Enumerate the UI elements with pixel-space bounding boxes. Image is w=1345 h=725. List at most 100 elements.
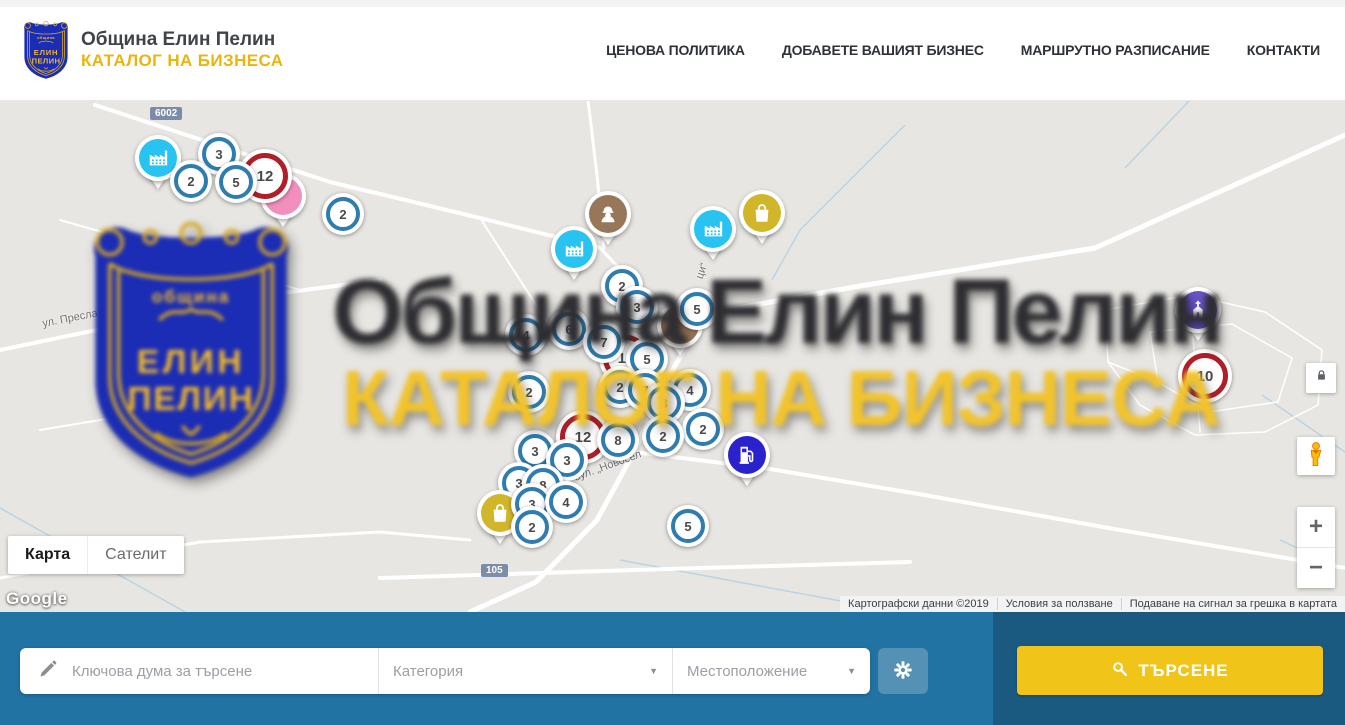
attribution-terms-link[interactable]: Условия за ползване — [997, 598, 1121, 610]
chevron-down-icon: ▼ — [847, 666, 856, 676]
map-cluster-marker[interactable]: 5 — [676, 288, 718, 330]
cluster-count: 10 — [1197, 368, 1214, 385]
google-logo[interactable]: Google — [6, 589, 68, 609]
pencil-icon — [38, 659, 58, 684]
church-icon — [1179, 291, 1217, 329]
search-section: Категория ▼ Местоположение ▼ ТЪРСЕНЕ — [0, 612, 1345, 725]
cluster-count: 3 — [215, 147, 222, 162]
cluster-count: 5 — [643, 352, 650, 367]
keyword-search-input[interactable] — [70, 662, 324, 681]
nav-contacts[interactable]: КОНТАКТИ — [1247, 42, 1320, 58]
lock-button[interactable] — [1306, 363, 1336, 393]
road-number-sign: 105 — [481, 564, 508, 577]
cluster-count: 12 — [257, 168, 274, 185]
cluster-count: 3 — [563, 453, 570, 468]
cluster-count: 2 — [187, 174, 194, 189]
location-placeholder: Местоположение — [687, 663, 807, 680]
cluster-count: 3 — [531, 444, 538, 459]
bag-icon — [743, 194, 781, 232]
cluster-count: 6 — [565, 322, 572, 337]
pin-head — [690, 206, 736, 252]
map-cluster-marker[interactable]: 5 — [667, 505, 709, 547]
cluster-count: 3 — [633, 300, 640, 315]
category-placeholder: Категория — [393, 663, 463, 680]
lock-icon — [1314, 368, 1329, 388]
factory-icon — [555, 230, 593, 268]
municipality-crest-icon: община ЕЛИН ПЕЛИН — [22, 20, 70, 80]
pin-head — [551, 226, 597, 272]
map-canvas[interactable]: 6002105 ул. Преславбул. „Новоселци“ 32 1… — [0, 100, 1345, 612]
cluster-count: 5 — [232, 175, 239, 190]
map-pin-factory-marker[interactable] — [690, 206, 736, 268]
brand-subtitle: КАТАЛОГ НА БИЗНЕСА — [81, 51, 283, 71]
map-cluster-marker[interactable]: 2 — [508, 371, 550, 413]
map-cluster-marker[interactable]: 4 — [505, 314, 547, 356]
road-number-sign: 6002 — [150, 107, 182, 120]
zoom-in-button[interactable]: + — [1297, 507, 1335, 548]
map-cluster-marker[interactable]: 2 — [511, 506, 553, 548]
svg-text:община: община — [37, 35, 55, 40]
nav-route-schedule[interactable]: МАРШРУТНО РАЗПИСАНИЕ — [1021, 42, 1210, 58]
cluster-count: 4 — [562, 495, 569, 510]
map-attribution: Картографски данни ©2019 Условия за полз… — [840, 596, 1345, 612]
map-cluster-marker[interactable]: 4 — [545, 481, 587, 523]
map-cluster-marker[interactable]: 2 — [642, 415, 684, 457]
main-nav: ЦЕНОВА ПОЛИТИКА ДОБАВЕТЕ ВАШИЯТ БИЗНЕС М… — [606, 0, 1320, 100]
cluster-count: 8 — [660, 396, 667, 411]
chevron-down-icon: ▼ — [649, 666, 658, 676]
map-cluster-marker[interactable]: 2 — [322, 193, 364, 235]
location-dropdown[interactable]: Местоположение ▼ — [672, 648, 870, 694]
cluster-count: 4 — [522, 328, 529, 343]
site-header: община ЕЛИН ПЕЛИН Община Елин Пелин КАТА… — [0, 0, 1345, 101]
nav-add-your-business[interactable]: ДОБАВЕТЕ ВАШИЯТ БИЗНЕС — [782, 42, 984, 58]
brand-title: Община Елин Пелин — [81, 29, 283, 51]
cluster-count: 5 — [693, 302, 700, 317]
search-bar: Категория ▼ Местоположение ▼ — [20, 648, 870, 694]
map-cluster-marker[interactable]: 2 — [682, 408, 724, 450]
category-dropdown[interactable]: Категория ▼ — [378, 648, 672, 694]
pegman-icon — [1303, 441, 1329, 472]
map-cluster-marker[interactable]: 10 — [1178, 349, 1232, 403]
fuel-icon — [728, 436, 766, 474]
cluster-count: 2 — [699, 422, 706, 437]
attribution-report-error-link[interactable]: Подаване на сигнал за грешка в картата — [1121, 598, 1345, 610]
cluster-count: 7 — [600, 335, 607, 350]
map-cluster-marker[interactable]: 5 — [215, 161, 257, 203]
search-button-label: ТЪРСЕНЕ — [1138, 661, 1228, 681]
window-top-strip — [0, 0, 1345, 7]
cluster-count: 2 — [525, 385, 532, 400]
map-pin-fuel-marker[interactable] — [724, 432, 770, 494]
map-cluster-marker[interactable]: 3 — [616, 286, 658, 328]
pin-head — [739, 190, 785, 236]
map-cluster-marker[interactable]: 7 — [583, 321, 625, 363]
map-type-map-button[interactable]: Карта — [8, 536, 87, 574]
cluster-count: 8 — [614, 433, 621, 448]
zoom-out-button[interactable]: − — [1297, 548, 1335, 588]
cluster-count: 2 — [339, 207, 346, 222]
map-type-switcher: Карта Сателит — [8, 536, 184, 574]
svg-text:ПЕЛИН: ПЕЛИН — [32, 57, 61, 66]
cluster-count: 4 — [686, 383, 693, 398]
attribution-copyright: Картографски данни ©2019 — [840, 598, 997, 610]
factory-icon — [694, 210, 732, 248]
map-pin-church-marker[interactable] — [1175, 287, 1221, 349]
advanced-search-gear-button[interactable] — [878, 648, 928, 694]
map-pin-factory-marker[interactable] — [551, 226, 597, 288]
svg-text:ЕЛИН: ЕЛИН — [34, 48, 59, 57]
cluster-count: 5 — [684, 519, 691, 534]
map-cluster-marker[interactable]: 8 — [597, 419, 639, 461]
pin-head — [724, 432, 770, 478]
street-view-pegman[interactable] — [1297, 437, 1335, 475]
cluster-count: 2 — [528, 520, 535, 535]
map-type-satellite-button[interactable]: Сателит — [87, 536, 183, 574]
map-pin-bag-marker[interactable] — [739, 190, 785, 252]
map-cluster-marker[interactable]: 2 — [170, 160, 212, 202]
pin-head — [1175, 287, 1221, 333]
magnifier-icon — [1111, 660, 1128, 682]
keyword-field-wrap — [20, 648, 378, 694]
cluster-count: 2 — [659, 429, 666, 444]
brand-logo[interactable]: община ЕЛИН ПЕЛИН Община Елин Пелин КАТА… — [22, 20, 283, 80]
nav-pricing-policy[interactable]: ЦЕНОВА ПОЛИТИКА — [606, 42, 745, 58]
gear-icon — [892, 659, 914, 684]
search-submit-button[interactable]: ТЪРСЕНЕ — [1017, 646, 1323, 695]
